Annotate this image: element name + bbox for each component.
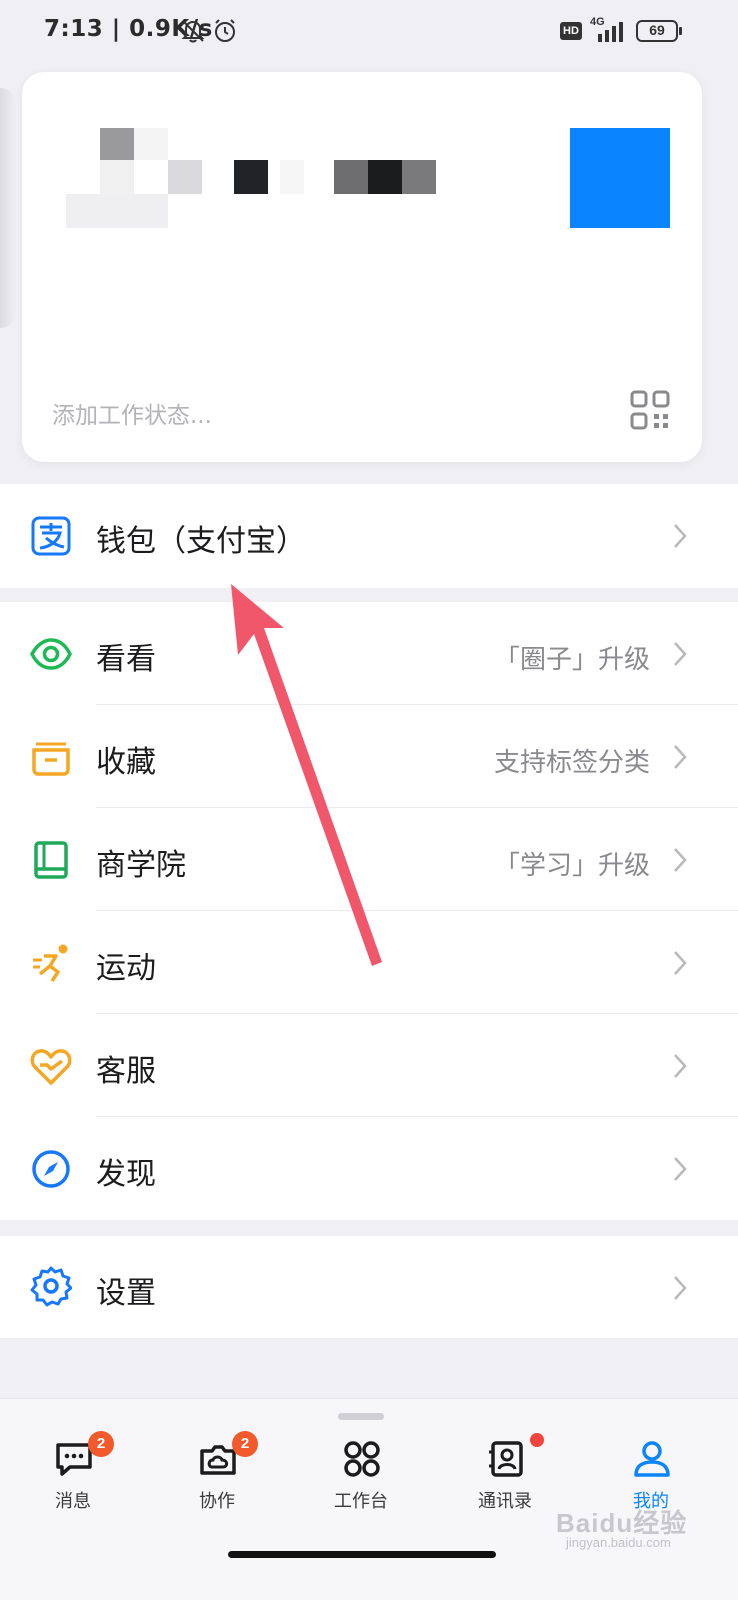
menu-item-sports[interactable]: 运动 xyxy=(0,911,738,1014)
watermark-url: jingyan.baidu.com xyxy=(566,1535,671,1550)
feature-section: 看看 「圈子」升级 收藏 支持标签分类 商学院 「学习」升级 运动 客服 发现 xyxy=(0,602,738,1220)
menu-item-customer-service[interactable]: 客服 xyxy=(0,1014,738,1117)
heart-service-icon xyxy=(30,1049,72,1085)
qr-code-icon[interactable] xyxy=(630,390,670,430)
tab-workbench[interactable]: 工作台 xyxy=(306,1435,416,1515)
menu-item-kankan[interactable]: 看看 「圈子」升级 xyxy=(0,602,738,705)
chevron-right-icon xyxy=(674,1157,687,1181)
menu-item-label: 钱包（支付宝） xyxy=(96,524,306,559)
eye-icon xyxy=(30,638,72,670)
menu-item-label: 看看 xyxy=(96,642,156,677)
contacts-icon xyxy=(489,1441,523,1477)
hd-badge: HD xyxy=(560,22,582,40)
tab-label: 通讯录 xyxy=(478,1491,532,1512)
menu-item-discover[interactable]: 发现 xyxy=(0,1117,738,1220)
menu-item-settings[interactable]: 设置 xyxy=(0,1236,738,1339)
menu-item-hint: 「学习」升级 xyxy=(493,851,650,881)
bell-off-icon xyxy=(181,20,205,43)
unread-badge: 2 xyxy=(88,1431,114,1457)
bottom-tab-bar: 2 消息 2 协作 工作台 通讯录 我的 Baidu经验 jingyan.bai… xyxy=(0,1398,738,1600)
running-icon xyxy=(33,944,68,982)
card-edge-shadow xyxy=(0,88,16,328)
battery-indicator: 69 xyxy=(636,20,682,42)
chevron-right-icon xyxy=(674,1276,687,1300)
tab-label: 协作 xyxy=(199,1491,235,1512)
gear-icon xyxy=(30,1266,72,1307)
tab-messages[interactable]: 2 消息 xyxy=(18,1431,128,1515)
signal-icon xyxy=(598,22,623,42)
menu-item-label: 收藏 xyxy=(96,745,156,780)
settings-section: 设置 xyxy=(0,1236,738,1338)
menu-item-label: 发现 xyxy=(96,1157,156,1192)
compass-icon xyxy=(32,1150,70,1188)
menu-item-hint: 支持标签分类 xyxy=(493,748,650,778)
tab-label: 工作台 xyxy=(334,1491,388,1512)
folder-icon xyxy=(32,742,70,776)
menu-item-business-school[interactable]: 商学院 「学习」升级 xyxy=(0,808,738,911)
notification-dot xyxy=(530,1433,544,1447)
tab-collaboration[interactable]: 2 协作 xyxy=(162,1431,272,1515)
work-status-placeholder[interactable]: 添加工作状态... xyxy=(52,396,212,430)
chevron-right-icon xyxy=(674,524,687,548)
alarm-icon xyxy=(215,19,235,42)
menu-item-label: 设置 xyxy=(96,1276,156,1311)
book-icon xyxy=(34,841,68,879)
menu-item-hint: 「圈子」升级 xyxy=(493,645,650,675)
alipay-icon xyxy=(31,516,71,556)
chevron-right-icon xyxy=(674,951,687,975)
chevron-right-icon xyxy=(674,1054,687,1078)
home-indicator[interactable] xyxy=(228,1551,496,1558)
menu-item-favorites[interactable]: 收藏 支持标签分类 xyxy=(0,705,738,808)
tab-contacts[interactable]: 通讯录 xyxy=(450,1433,560,1515)
menu-item-label: 运动 xyxy=(96,951,156,986)
drag-handle[interactable] xyxy=(338,1413,384,1420)
tab-label: 消息 xyxy=(55,1491,91,1512)
menu-item-label: 商学院 xyxy=(96,848,186,883)
chevron-right-icon xyxy=(674,642,687,666)
chevron-right-icon xyxy=(674,745,687,769)
menu-item-wallet[interactable]: 钱包（支付宝） xyxy=(0,484,738,587)
wallet-section: 钱包（支付宝） xyxy=(0,484,738,588)
workbench-icon xyxy=(344,1441,380,1477)
profile-card[interactable]: 添加工作状态... xyxy=(22,72,702,462)
avatar[interactable] xyxy=(570,128,670,228)
status-bar: 7:13 | 0.9K/s HD 4G 69 xyxy=(0,0,738,62)
user-icon xyxy=(634,1441,670,1477)
menu-item-label: 客服 xyxy=(96,1054,156,1089)
chevron-right-icon xyxy=(674,848,687,872)
unread-badge: 2 xyxy=(232,1431,258,1457)
